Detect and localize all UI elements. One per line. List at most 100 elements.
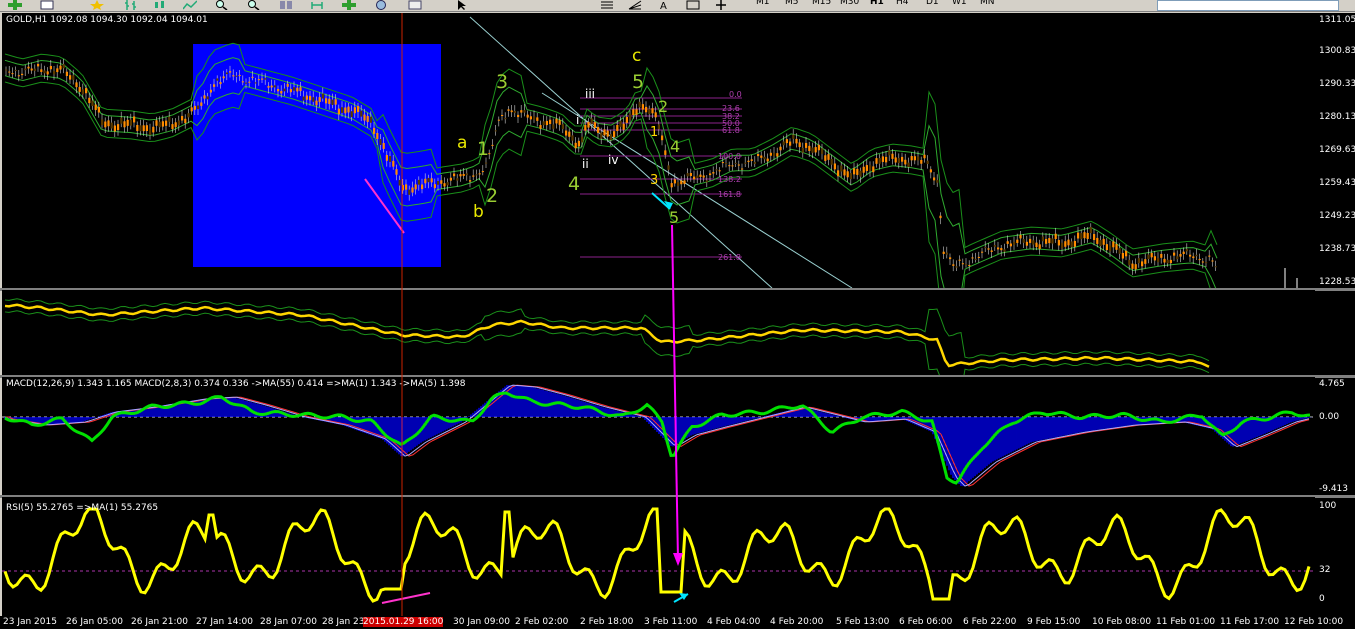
candle bbox=[1150, 252, 1153, 258]
candlestick-icon[interactable] bbox=[153, 0, 167, 10]
candle bbox=[843, 169, 846, 176]
candle bbox=[379, 139, 382, 145]
price-tick: 1311.05 bbox=[1319, 15, 1355, 25]
candle bbox=[1189, 254, 1192, 257]
candle bbox=[161, 121, 164, 127]
candle bbox=[69, 75, 72, 80]
timeframe-m30[interactable]: M30 bbox=[840, 0, 859, 7]
candle bbox=[801, 147, 804, 153]
price-chart-pane[interactable]: GOLD,H1 1092.08 1094.30 1092.04 1094.01 … bbox=[2, 13, 1315, 288]
candle bbox=[1086, 232, 1089, 239]
rsi-header: RSI(5) 55.2765 =>MA(1) 55.2765 bbox=[6, 503, 159, 513]
macd-tick: -9.413 bbox=[1319, 484, 1349, 494]
candle bbox=[894, 157, 897, 163]
candle bbox=[885, 156, 888, 163]
candle bbox=[545, 120, 548, 126]
candle bbox=[376, 133, 379, 139]
candle bbox=[24, 68, 27, 71]
candle bbox=[641, 104, 644, 110]
candle bbox=[270, 85, 273, 88]
line-chart-icon[interactable] bbox=[183, 0, 197, 10]
candle bbox=[520, 110, 523, 113]
fibo-fan-icon[interactable] bbox=[628, 0, 642, 10]
templates-icon[interactable] bbox=[408, 0, 422, 10]
scroll-icon[interactable] bbox=[310, 0, 324, 10]
favorites-icon[interactable] bbox=[90, 0, 104, 10]
timeframe-d1[interactable]: D1 bbox=[926, 0, 939, 7]
fibo-icon[interactable] bbox=[600, 0, 614, 10]
time-tick: 26 Jan 05:00 bbox=[66, 617, 123, 627]
timeframe-m15[interactable]: M15 bbox=[812, 0, 831, 7]
candle bbox=[1192, 256, 1195, 259]
candle bbox=[193, 105, 196, 110]
window-icon[interactable] bbox=[40, 0, 54, 10]
tile-icon[interactable] bbox=[279, 0, 293, 10]
candle bbox=[1025, 241, 1028, 246]
candle bbox=[200, 102, 203, 106]
candle bbox=[846, 171, 849, 178]
arrows-icon[interactable] bbox=[714, 0, 728, 10]
candle bbox=[497, 119, 500, 121]
candle bbox=[283, 88, 286, 92]
new-order-icon[interactable] bbox=[8, 0, 22, 10]
bar-chart-icon[interactable] bbox=[124, 0, 138, 10]
rsi-pane[interactable]: RSI(5) 55.2765 =>MA(1) 55.2765 bbox=[2, 497, 1315, 616]
candle bbox=[561, 124, 564, 130]
candle bbox=[433, 184, 436, 189]
candle bbox=[72, 75, 75, 80]
candle bbox=[693, 176, 696, 180]
candle bbox=[549, 119, 552, 124]
time-tick: 28 Jan 23 bbox=[322, 617, 365, 627]
zoom-in-icon[interactable] bbox=[215, 0, 229, 10]
wave-label-iii: iii bbox=[585, 87, 596, 101]
candle bbox=[235, 75, 238, 77]
timeframe-m5[interactable]: M5 bbox=[785, 0, 799, 7]
candle bbox=[465, 173, 468, 176]
candle bbox=[683, 180, 686, 184]
candle bbox=[744, 162, 747, 164]
candle bbox=[184, 118, 187, 124]
candle bbox=[187, 113, 190, 118]
text-icon[interactable]: A bbox=[657, 0, 671, 10]
timeframe-mn[interactable]: MN bbox=[980, 0, 995, 7]
timeframe-m1[interactable]: M1 bbox=[756, 0, 770, 7]
indicator-pane-bands[interactable] bbox=[2, 290, 1315, 375]
candle bbox=[27, 66, 30, 69]
candle bbox=[526, 114, 529, 118]
search-input[interactable] bbox=[1157, 0, 1339, 11]
candle bbox=[747, 160, 750, 163]
candle bbox=[603, 129, 606, 136]
candle bbox=[648, 108, 651, 115]
candle bbox=[878, 158, 881, 164]
candle bbox=[609, 134, 612, 141]
candle bbox=[1179, 254, 1182, 257]
candle bbox=[734, 162, 737, 164]
candle bbox=[81, 89, 84, 95]
time-tick: 23 Jan 2015 bbox=[3, 617, 57, 627]
candle bbox=[120, 117, 123, 124]
macd-pane[interactable]: MACD(12,26,9) 1.343 1.165 MACD(2,8,3) 0.… bbox=[2, 377, 1315, 495]
candle bbox=[97, 106, 100, 113]
rsi-line bbox=[3, 507, 1311, 603]
candle bbox=[75, 82, 78, 88]
cursor-icon[interactable] bbox=[455, 0, 469, 10]
timeframe-h1[interactable]: H1 bbox=[870, 0, 884, 7]
periods-icon[interactable] bbox=[374, 0, 388, 10]
zoom-out-icon[interactable] bbox=[247, 0, 261, 10]
add-indicator-icon[interactable] bbox=[342, 0, 356, 10]
text-label-icon[interactable] bbox=[686, 0, 700, 10]
candle bbox=[232, 75, 235, 77]
time-tick: 2 Feb 18:00 bbox=[580, 617, 634, 627]
volume-axis bbox=[1315, 290, 1355, 375]
candle bbox=[241, 81, 244, 83]
rsi-trend-annotation bbox=[381, 592, 431, 604]
candle bbox=[1208, 255, 1211, 257]
timeframe-w1[interactable]: W1 bbox=[952, 0, 967, 7]
candle bbox=[753, 162, 756, 164]
candle bbox=[40, 69, 43, 72]
candle bbox=[353, 107, 356, 114]
timeframe-h4[interactable]: H4 bbox=[896, 0, 909, 7]
candle bbox=[862, 166, 865, 173]
time-axis: 23 Jan 2015 26 Jan 05:00 26 Jan 21:00 27 Ja… bbox=[0, 616, 1355, 629]
candle bbox=[1032, 240, 1035, 245]
